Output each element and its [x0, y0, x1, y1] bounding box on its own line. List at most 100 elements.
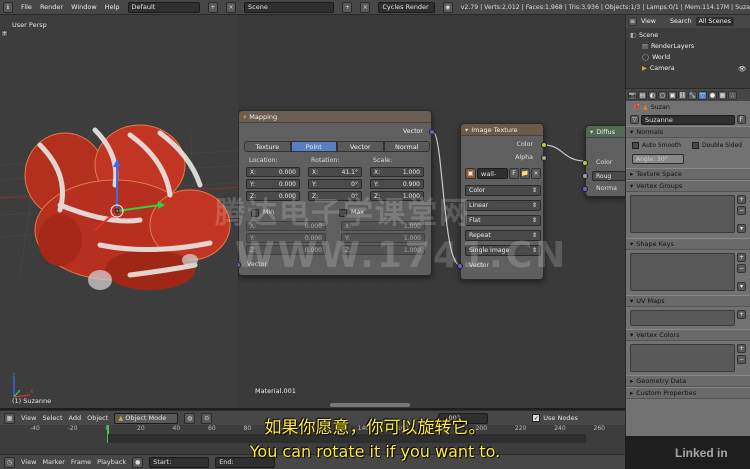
add-uv-map-button[interactable]: + [737, 310, 746, 319]
diffuse-node[interactable]: ▾ Diffus Color Roug Norma [582, 125, 625, 197]
object-breadcrumb: 📌 ▲ Suzan [626, 101, 750, 113]
interpolation-dropdown[interactable]: Linear ⇕ [465, 200, 541, 211]
geometry-data-panel-header[interactable]: ▸ Geometry Data [626, 375, 750, 387]
layers-tab-icon[interactable]: ▤ [638, 90, 647, 100]
constraints-tab-icon[interactable]: ⛓ [678, 90, 687, 100]
diffuse-roughness-socket[interactable] [582, 173, 588, 179]
mesh-browse-icon[interactable]: ▽ [630, 115, 639, 124]
auto-smooth-toggle[interactable]: Auto Smooth [632, 142, 681, 149]
outliner-item-camera[interactable]: ▶ Camera 👁 [630, 63, 746, 74]
remove-vertex-group-button[interactable]: − [737, 206, 746, 215]
screen-layout-selector[interactable]: Default [127, 1, 200, 13]
texture-tab-icon[interactable]: ▦ [718, 90, 727, 100]
editor-type-icon[interactable]: ℹ [3, 1, 14, 13]
outliner-item-world[interactable]: ◯ World [630, 52, 746, 63]
shape-key-menu-icon[interactable]: ▾ [737, 282, 746, 291]
vertex-colors-panel-header[interactable]: ▾ Vertex Colors [626, 329, 750, 341]
vertex-group-menu-icon[interactable]: ▾ [737, 224, 746, 233]
roughness-field[interactable]: Roug [592, 171, 625, 181]
material-tab-icon[interactable]: ● [708, 90, 717, 100]
modifiers-tab-icon[interactable]: 🔧 [688, 90, 697, 100]
rotation-x-field[interactable]: X: 41.1° [308, 167, 362, 177]
remove-scene-button[interactable]: × [360, 1, 371, 13]
outliner-editor-icon[interactable]: ≡ [628, 17, 637, 26]
double-sided-toggle[interactable]: Double Sided [692, 142, 742, 149]
collapse-icon[interactable]: ▾ [465, 126, 468, 134]
expand-icon: ▾ [630, 297, 634, 305]
mesh-fake-user-button[interactable]: F [737, 115, 746, 124]
mesh-name-field[interactable]: Suzanne [641, 114, 735, 125]
mesh-data-tab-icon[interactable]: ▽ [698, 90, 707, 100]
shape-keys-list[interactable] [630, 253, 735, 291]
3d-viewport[interactable]: User Persp (1) Suzanne x z + [0, 15, 248, 408]
texture-space-panel-header[interactable]: ▸ Texture Space [626, 168, 750, 180]
scene-tab-icon[interactable]: ◐ [648, 90, 657, 100]
fake-user-button[interactable]: F [509, 168, 519, 179]
vertex-groups-panel-header[interactable]: ▾ Vertex Groups [626, 180, 750, 192]
image-texture-header[interactable]: ▾ Image Texture [461, 124, 543, 136]
collapse-icon[interactable]: ▾ [243, 113, 246, 121]
location-x-field[interactable]: X: 0.000 [246, 167, 300, 177]
tab-point[interactable]: Point [290, 141, 337, 152]
image-name-field[interactable]: wall- [477, 168, 508, 179]
custom-properties-panel-header[interactable]: ▸ Custom Properties [626, 387, 750, 399]
outliner-view-menu[interactable]: View [641, 18, 656, 25]
shape-keys-panel-header[interactable]: ▾ Shape Keys [626, 238, 750, 250]
uv-maps-panel-header[interactable]: ▾ UV Maps [626, 295, 750, 307]
remove-vertex-color-button[interactable]: − [737, 355, 746, 364]
toolshelf-toggle-icon[interactable]: + [1, 30, 8, 37]
remove-shape-key-button[interactable]: − [737, 264, 746, 273]
checkbox[interactable] [632, 142, 639, 149]
add-shape-key-button[interactable]: + [737, 253, 746, 262]
tab-vector[interactable]: Vector [337, 141, 384, 152]
vertex-groups-body: + − ▾ [626, 192, 750, 238]
scale-x-field[interactable]: X: 1.000 [370, 167, 424, 177]
diffuse-normal-socket[interactable] [582, 186, 588, 192]
scene-selector[interactable]: Scene [244, 1, 335, 13]
menu-render[interactable]: Render [40, 3, 63, 11]
normals-panel-header[interactable]: ▾ Normals [626, 126, 750, 138]
open-image-icon[interactable]: 📁 [520, 168, 530, 179]
mapping-node-header[interactable]: ▾ Mapping [239, 111, 431, 123]
image-output-color-socket[interactable] [541, 142, 547, 148]
add-scene-button[interactable]: + [342, 1, 353, 13]
outliner-item-renderlayers[interactable]: ▤ RenderLayers [630, 41, 746, 52]
outliner-scenes-dropdown[interactable]: All Scenes [695, 17, 734, 26]
menu-file[interactable]: File [21, 3, 32, 11]
add-layout-button[interactable]: + [207, 1, 218, 13]
outliner-search-menu[interactable]: Search [670, 18, 692, 25]
diffuse-input-color-socket[interactable] [582, 160, 588, 166]
world-tab-icon[interactable]: ○ [658, 90, 667, 100]
mapping-output-socket[interactable] [429, 129, 435, 135]
image-browse-icon[interactable]: ▣ [465, 168, 476, 179]
vertex-colors-list[interactable] [630, 344, 735, 372]
menu-window[interactable]: Window [71, 3, 97, 11]
tab-normal[interactable]: Normal [383, 141, 430, 152]
angle-field[interactable]: Angle: 30° [632, 154, 684, 164]
axis-label: Y: [312, 180, 317, 188]
axis-label: X: [312, 168, 319, 176]
add-vertex-group-button[interactable]: + [737, 195, 746, 204]
menu-help[interactable]: Help [105, 3, 120, 11]
tab-texture[interactable]: Texture [244, 141, 291, 152]
unlink-image-icon[interactable]: × [531, 168, 541, 179]
image-output-alpha-socket[interactable] [541, 155, 547, 161]
vertex-groups-list[interactable] [630, 195, 735, 233]
node-editor-scrollbar[interactable] [330, 403, 410, 407]
collapse-icon[interactable]: ▾ [590, 128, 593, 136]
render-engine-selector[interactable]: Cycles Render [378, 1, 435, 13]
uv-maps-list[interactable] [630, 310, 735, 326]
view-label: User Persp [12, 21, 47, 29]
projection-dropdown[interactable]: Flat ⇕ [465, 215, 541, 226]
visibility-eye-icon[interactable]: 👁 [738, 65, 746, 73]
color-space-dropdown[interactable]: Color ⇕ [465, 185, 541, 196]
particles-tab-icon[interactable]: ∴ [728, 90, 737, 100]
diffuse-header[interactable]: ▾ Diffus [586, 126, 625, 138]
outliner-item-scene[interactable]: ◧ Scene [630, 30, 746, 41]
object-tab-icon[interactable]: ▣ [668, 90, 677, 100]
pin-icon[interactable]: 📌 [632, 103, 640, 111]
checkbox[interactable] [692, 142, 699, 149]
remove-layout-button[interactable]: × [225, 1, 237, 13]
add-vertex-color-button[interactable]: + [737, 344, 746, 353]
render-tab-icon[interactable]: 📷 [628, 90, 637, 100]
